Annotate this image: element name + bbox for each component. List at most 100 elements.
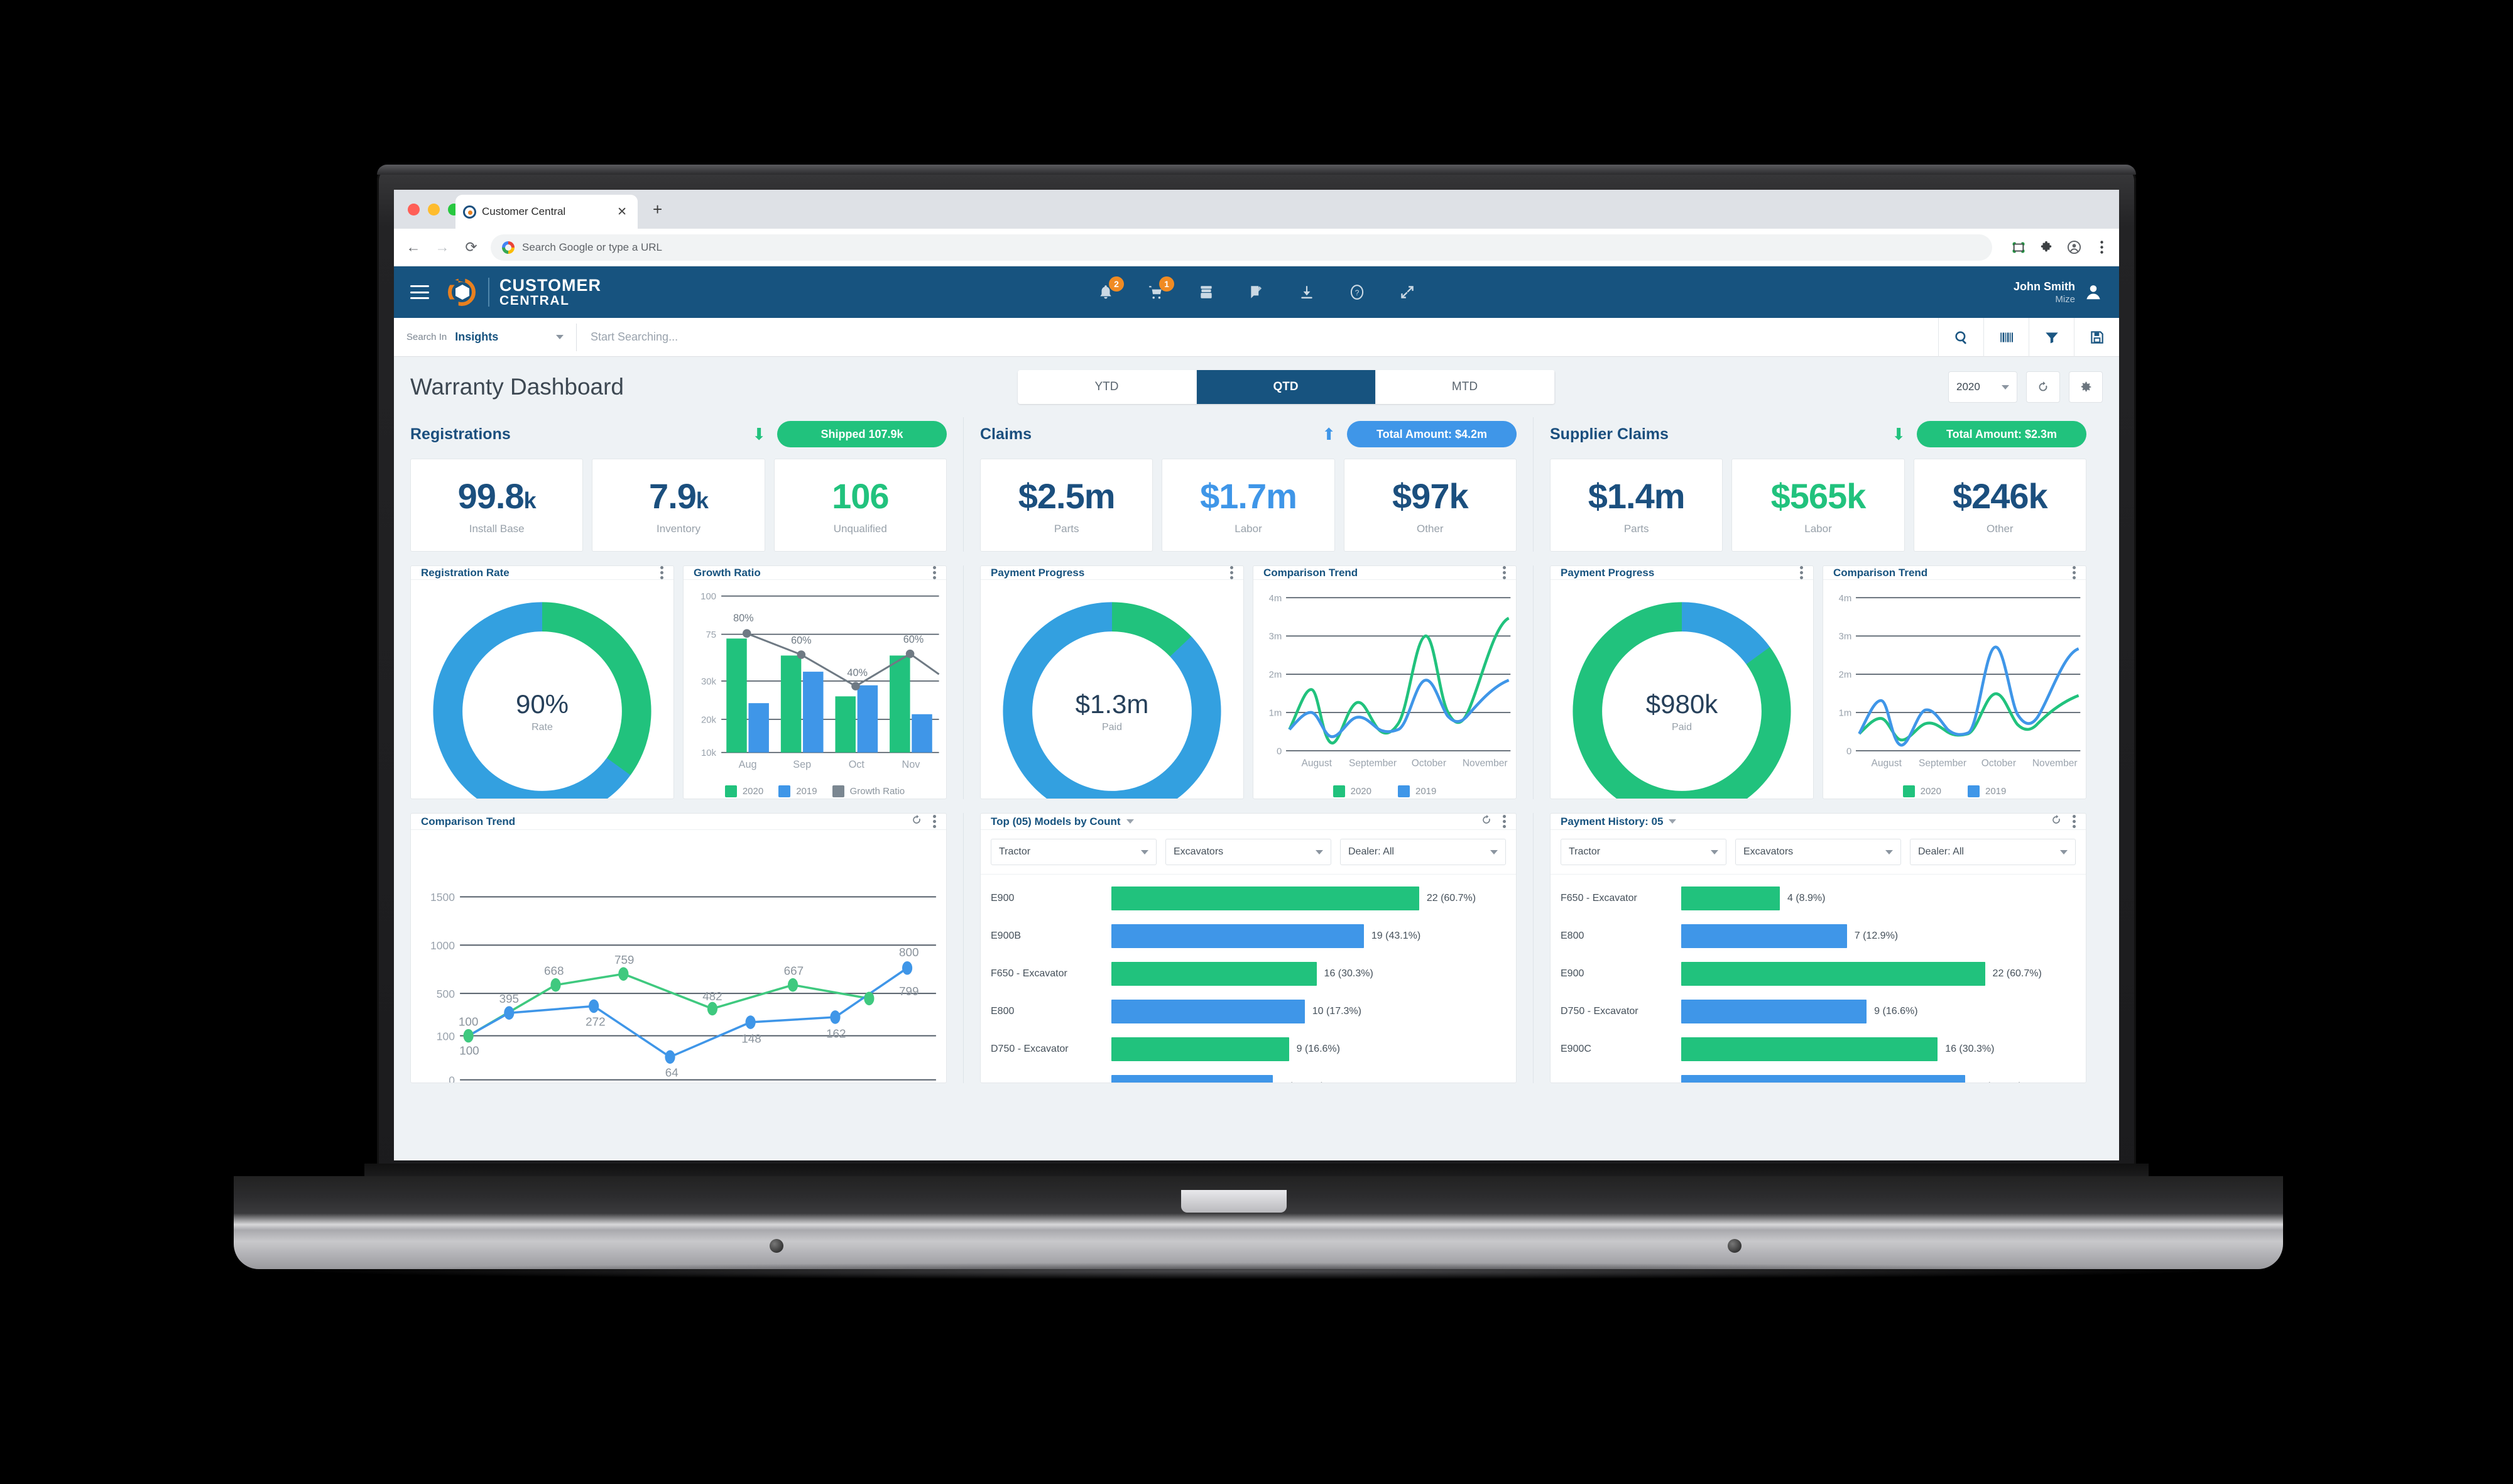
- profile-icon[interactable]: [2066, 240, 2081, 255]
- cart-icon[interactable]: 1: [1145, 276, 1174, 303]
- legend-swatch: [724, 785, 737, 798]
- point-label: 100: [459, 1044, 479, 1057]
- group-pill[interactable]: Total Amount: $4.2m: [1347, 421, 1517, 447]
- xtick: October: [1982, 758, 2016, 768]
- kpi-install-base[interactable]: 99.8k Install Base: [410, 459, 584, 552]
- row-label: E900B: [991, 930, 1022, 941]
- table-row[interactable]: F650 - Excavator 16 (30.3%): [991, 955, 1506, 993]
- card-menu-icon[interactable]: [1230, 566, 1233, 579]
- cast-icon[interactable]: [2011, 240, 2026, 255]
- save-icon[interactable]: [2074, 317, 2119, 357]
- feedback-icon[interactable]: [1246, 281, 1267, 303]
- search-scope-select[interactable]: Search In Insights: [394, 318, 576, 356]
- filter-product-type[interactable]: Tractor: [1561, 839, 1726, 865]
- kpi-supplier-labor[interactable]: $565k Labor: [1731, 459, 1905, 552]
- ytick: 1500: [430, 891, 455, 903]
- table-row[interactable]: D750 - Excavator 9 (16.6%): [991, 1030, 1506, 1068]
- expand-icon[interactable]: [1397, 281, 1418, 303]
- refresh-icon[interactable]: [910, 814, 923, 829]
- new-tab-button[interactable]: +: [653, 201, 662, 217]
- bell-icon[interactable]: 2: [1095, 276, 1124, 303]
- card-menu-icon[interactable]: [1800, 566, 1803, 579]
- window-controls[interactable]: [408, 204, 460, 216]
- kpi-claims-parts[interactable]: $2.5m Parts: [980, 459, 1153, 552]
- filter-category[interactable]: Excavators: [1165, 839, 1331, 865]
- kpi-supplier-other[interactable]: $246k Other: [1913, 459, 2086, 552]
- kpi-claims-other[interactable]: $97k Other: [1343, 459, 1517, 552]
- card-menu-icon[interactable]: [1503, 815, 1506, 828]
- settings-button[interactable]: [2069, 371, 2103, 403]
- tab-ytd[interactable]: YTD: [1017, 370, 1197, 404]
- barcode-icon[interactable]: [1983, 317, 2029, 357]
- search-input[interactable]: Start Searching...: [577, 330, 1938, 344]
- point-label: 162: [826, 1027, 846, 1040]
- filter-dealer[interactable]: Dealer: All: [1340, 839, 1506, 865]
- table-row[interactable]: E900C 7 (12.9%): [991, 1068, 1506, 1083]
- address-bar[interactable]: Search Google or type a URL: [491, 234, 1992, 261]
- chevron-down-icon[interactable]: [1126, 819, 1134, 824]
- table-row[interactable]: E800 7 (12.9%): [1561, 917, 2076, 955]
- kpi-inventory[interactable]: 7.9k Inventory: [592, 459, 765, 552]
- archive-icon[interactable]: [1196, 281, 1217, 303]
- user-menu[interactable]: John Smith Mize: [2014, 280, 2103, 305]
- card-menu-icon[interactable]: [933, 815, 936, 828]
- row-value: 10 (17.3%): [1312, 1006, 1361, 1017]
- extensions-icon[interactable]: [2039, 240, 2054, 255]
- group-pill[interactable]: Total Amount: $2.3m: [1917, 421, 2086, 447]
- forward-button[interactable]: →: [433, 239, 452, 256]
- table-row[interactable]: F650 - Excavator 4 (8.9%): [1561, 880, 2076, 917]
- filter-dealer[interactable]: Dealer: All: [1910, 839, 2076, 865]
- table-row[interactable]: E900B 19 (43.1%): [1561, 1068, 2076, 1083]
- table-row[interactable]: E900 22 (60.7%): [1561, 955, 2076, 993]
- group-claims: Claims ⬆ Total Amount: $4.2m $2.5m Parts…: [963, 417, 1533, 552]
- card-menu-icon[interactable]: [2073, 566, 2076, 579]
- search-icon[interactable]: [1938, 317, 1983, 357]
- back-button[interactable]: ←: [404, 239, 423, 256]
- close-window-button[interactable]: [408, 204, 420, 216]
- tab-mtd[interactable]: MTD: [1375, 370, 1555, 404]
- kpi-claims-labor[interactable]: $1.7m Labor: [1162, 459, 1335, 552]
- chrome-menu-icon[interactable]: [2094, 240, 2109, 255]
- page-title: Warranty Dashboard: [410, 374, 624, 400]
- browser-toolbar: ← → ⟳ Search Google or type a URL: [394, 229, 2119, 266]
- kpi-label: Inventory: [657, 522, 700, 535]
- menu-toggle-button[interactable]: [410, 285, 429, 299]
- legend-swatch: [1902, 785, 1915, 798]
- download-icon[interactable]: [1296, 281, 1317, 303]
- help-icon[interactable]: ?: [1346, 281, 1368, 303]
- refresh-icon[interactable]: [1480, 814, 1493, 829]
- minimize-window-button[interactable]: [428, 204, 440, 216]
- table-row[interactable]: E900B 19 (43.1%): [991, 917, 1506, 955]
- close-tab-icon[interactable]: ✕: [614, 205, 630, 219]
- group-pill[interactable]: Shipped 107.9k: [777, 421, 947, 447]
- bar-fill: [1681, 887, 1780, 910]
- series-green-line: [467, 973, 869, 1037]
- card-menu-icon[interactable]: [2073, 815, 2076, 828]
- year-select[interactable]: 2020: [1948, 371, 2017, 403]
- card-menu-icon[interactable]: [933, 566, 936, 579]
- reload-button[interactable]: ⟳: [462, 239, 481, 256]
- kpi-supplier-parts[interactable]: $1.4m Parts: [1550, 459, 1723, 552]
- avatar[interactable]: [2084, 283, 2103, 302]
- table-row[interactable]: E800 10 (17.3%): [991, 993, 1506, 1030]
- ytick: 10k: [701, 748, 717, 758]
- table-row[interactable]: E900 22 (60.7%): [991, 880, 1506, 917]
- refresh-button[interactable]: [2026, 371, 2060, 403]
- ytick: 0: [1846, 746, 1851, 756]
- card-menu-icon[interactable]: [660, 566, 663, 579]
- card-menu-icon[interactable]: [1503, 566, 1506, 579]
- point-label: 667: [784, 964, 804, 978]
- refresh-icon[interactable]: [2050, 814, 2063, 829]
- brand-line-1: CUSTOMER: [499, 275, 602, 295]
- browser-tab[interactable]: Customer Central ✕: [455, 195, 638, 229]
- filter-category[interactable]: Excavators: [1735, 839, 1901, 865]
- tab-qtd[interactable]: QTD: [1196, 370, 1376, 404]
- table-row[interactable]: E900C 16 (30.3%): [1561, 1030, 2076, 1068]
- ytick: 0: [1277, 746, 1282, 756]
- chevron-down-icon[interactable]: [1669, 819, 1677, 824]
- table-row[interactable]: D750 - Excavator 9 (16.6%): [1561, 993, 2076, 1030]
- xtick: August: [1872, 758, 1902, 768]
- filter-icon[interactable]: [2029, 317, 2074, 357]
- filter-product-type[interactable]: Tractor: [991, 839, 1157, 865]
- kpi-unqualified[interactable]: 106 Unqualified: [773, 459, 947, 552]
